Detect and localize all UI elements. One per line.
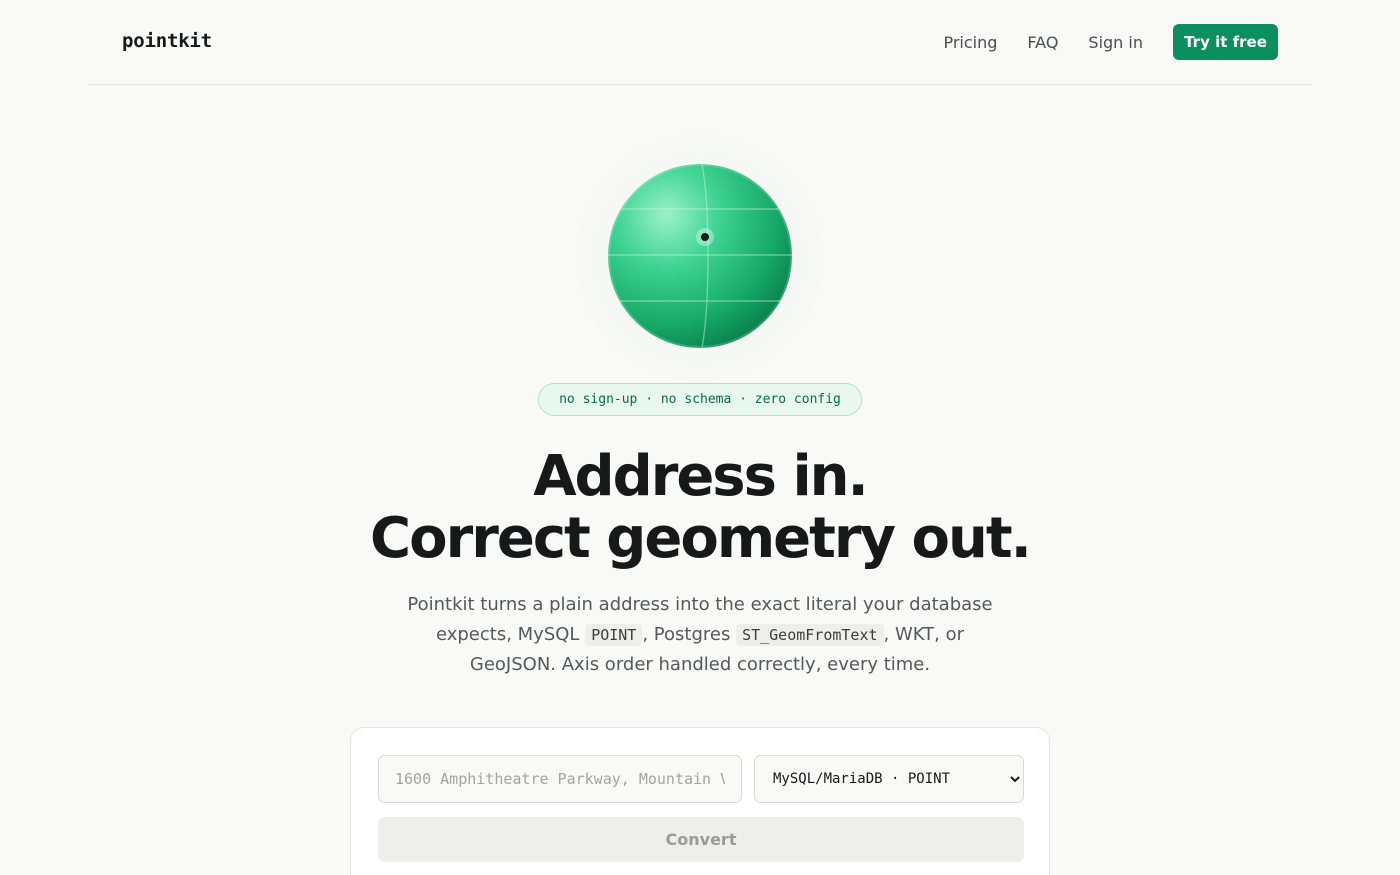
- address-input[interactable]: [378, 755, 742, 803]
- hero-globe: [560, 118, 840, 398]
- nav-link-sign-in[interactable]: Sign in: [1088, 33, 1143, 52]
- try-it-free-button[interactable]: Try it free: [1173, 24, 1278, 60]
- headline-line-2: Correct geometry out.: [370, 506, 1032, 571]
- nav-link-pricing[interactable]: Pricing: [943, 33, 997, 52]
- code-st-geomfromtext: ST_GeomFromText: [736, 624, 884, 646]
- hero-subtitle: Pointkit turns a plain address into the …: [395, 590, 1005, 680]
- globe-icon: [562, 120, 838, 396]
- code-point: POINT: [585, 624, 643, 646]
- convert-button[interactable]: Convert: [378, 817, 1024, 862]
- converter-card: MySQL/MariaDB · POINT Convert: [350, 727, 1050, 875]
- hero-headline: Address in. Correct geometry out.: [0, 446, 1400, 570]
- top-navigation-bar: pointkit Pricing FAQ Sign in Try it free: [88, 0, 1312, 85]
- nav-link-faq[interactable]: FAQ: [1027, 33, 1058, 52]
- headline-line-1: Address in.: [533, 444, 869, 509]
- brand-logo[interactable]: pointkit: [122, 30, 212, 52]
- feature-badge: no sign-up · no schema · zero config: [538, 383, 862, 416]
- subtitle-text-2: , Postgres: [642, 624, 737, 645]
- output-format-select[interactable]: MySQL/MariaDB · POINT: [754, 755, 1024, 803]
- main-nav: Pricing FAQ Sign in Try it free: [913, 24, 1278, 60]
- location-pin-icon: [701, 233, 709, 241]
